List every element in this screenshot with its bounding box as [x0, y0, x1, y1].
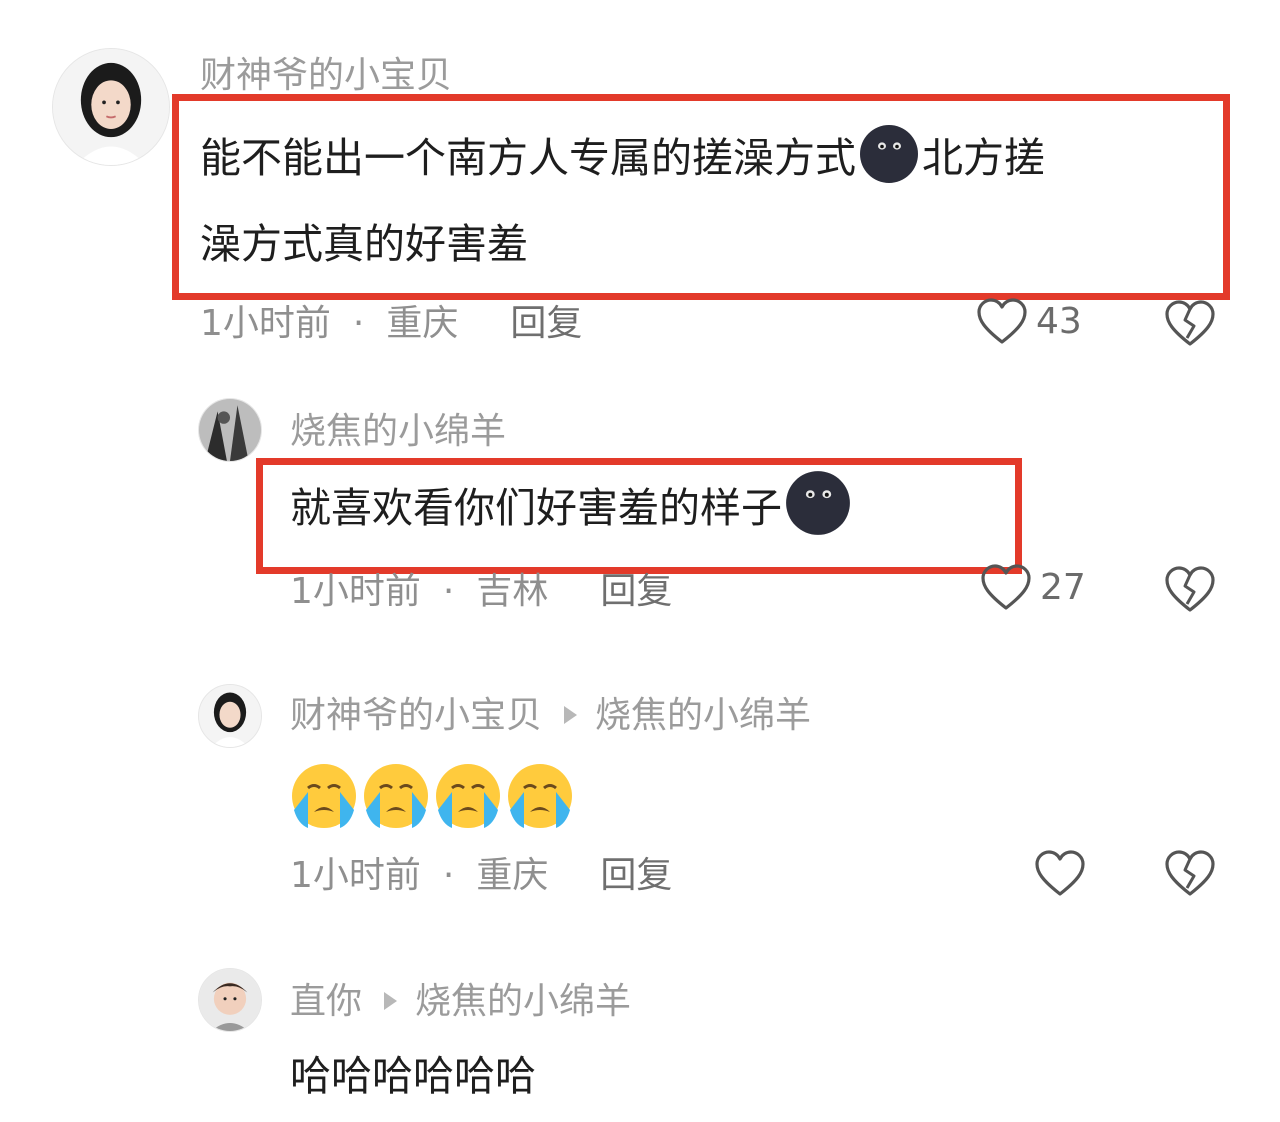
like-count: 27 — [1040, 567, 1086, 608]
comment-location: 吉林 — [476, 571, 549, 612]
reply-button[interactable]: 回复 — [600, 571, 672, 612]
comment-meta: 1小时前 · 重庆 回复 — [290, 858, 672, 894]
comment-username[interactable]: 直你 — [290, 981, 362, 1022]
broken-heart-icon[interactable] — [1164, 850, 1216, 898]
avatar[interactable] — [52, 48, 170, 166]
meta-separator: · — [442, 571, 455, 612]
comment-location: 重庆 — [386, 303, 459, 344]
comment-username[interactable]: 财神爷的小宝贝 — [290, 695, 542, 736]
crying-face-emoji — [292, 764, 356, 828]
comment-header: 直你 烧焦的小绵羊 — [290, 984, 631, 1020]
heart-icon — [981, 564, 1031, 610]
comment-text: 哈哈哈哈哈哈 — [290, 1052, 536, 1100]
like-button[interactable]: 43 — [976, 298, 1082, 346]
meta-separator: · — [352, 303, 365, 344]
reply-arrow-icon — [564, 706, 578, 724]
crying-face-emoji — [364, 764, 428, 828]
comment-text: 能不能出一个南方人专属的搓澡方式 北方搓 — [200, 112, 1045, 204]
comment-username[interactable]: 财神爷的小宝贝 — [200, 58, 452, 94]
comment-text-part: 能不能出一个南方人专属的搓澡方式 — [200, 134, 856, 182]
reply-button[interactable]: 回复 — [510, 303, 582, 344]
comment-time: 1小时前 — [290, 855, 421, 896]
crying-face-emoji — [508, 764, 572, 828]
comment-text-part: 就喜欢看你们好害羞的样子 — [290, 484, 782, 532]
heart-icon — [977, 298, 1027, 344]
comment-emoji-row — [290, 762, 578, 830]
comment-meta: 1小时前 · 重庆 回复 — [200, 306, 582, 342]
like-count: 43 — [1036, 301, 1082, 342]
reply-arrow-icon — [384, 992, 398, 1010]
meta-separator: · — [442, 855, 455, 896]
comment-time: 1小时前 — [200, 303, 331, 344]
crying-face-emoji — [436, 764, 500, 828]
black-face-emoji — [860, 125, 918, 183]
comment-location: 重庆 — [476, 855, 549, 896]
broken-heart-icon[interactable] — [1164, 566, 1216, 614]
black-face-emoji — [786, 471, 850, 535]
broken-heart-icon[interactable] — [1164, 300, 1216, 348]
comment-text: 澡方式真的好害羞 — [200, 220, 528, 268]
comment-text-part: 北方搓 — [922, 134, 1045, 182]
like-button[interactable]: 27 — [980, 564, 1086, 612]
heart-icon[interactable] — [1034, 850, 1086, 898]
reply-target-username[interactable]: 烧焦的小绵羊 — [415, 981, 631, 1022]
avatar[interactable] — [198, 398, 262, 462]
avatar[interactable] — [198, 684, 262, 748]
comment-time: 1小时前 — [290, 571, 421, 612]
reply-target-username[interactable]: 烧焦的小绵羊 — [595, 695, 811, 736]
reply-button[interactable]: 回复 — [600, 855, 672, 896]
comment-username[interactable]: 烧焦的小绵羊 — [290, 414, 506, 450]
comment-text: 就喜欢看你们好害羞的样子 — [290, 462, 854, 554]
comment-header: 财神爷的小宝贝 烧焦的小绵羊 — [290, 698, 811, 734]
comment-meta: 1小时前 · 吉林 回复 — [290, 574, 672, 610]
avatar[interactable] — [198, 968, 262, 1032]
